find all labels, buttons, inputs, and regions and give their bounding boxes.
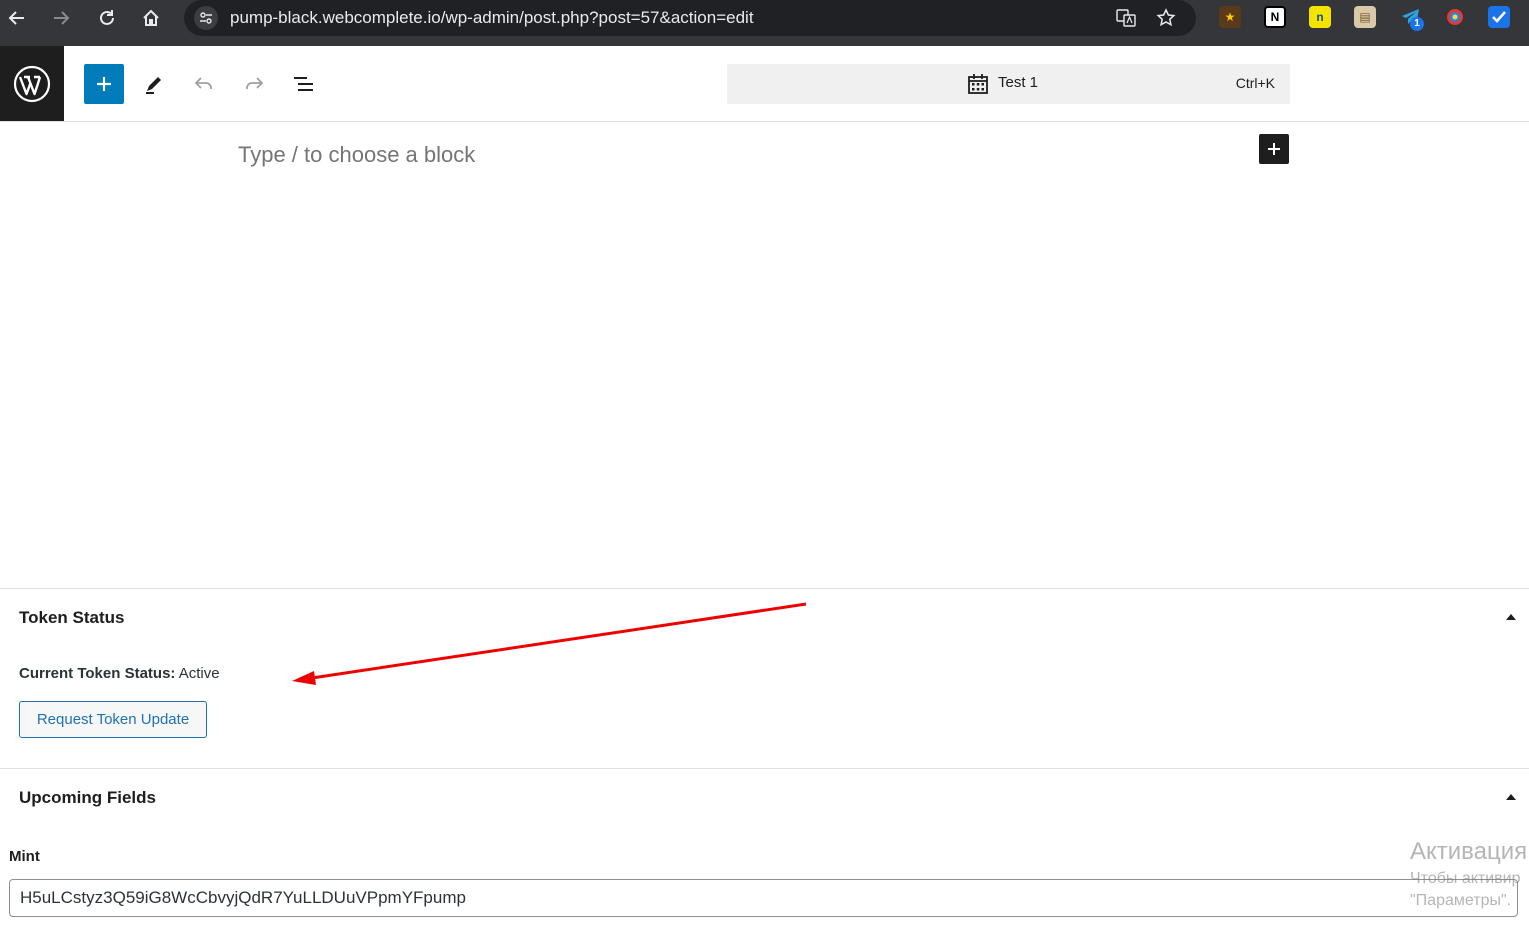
inline-block-inserter-button[interactable] [1259,134,1289,164]
collapse-triangle-icon[interactable] [1505,793,1517,801]
redo-icon [246,77,264,89]
document-overview-button[interactable] [284,64,324,104]
address-bar[interactable]: pump-black.webcomplete.io/wp-admin/post.… [184,0,1196,36]
url-text: pump-black.webcomplete.io/wp-admin/post.… [230,8,754,27]
plus-icon [97,77,111,91]
request-token-update-button[interactable]: Request Token Update [19,701,207,738]
collapse-triangle-icon[interactable] [1505,613,1517,621]
windows-activation-watermark: Активация Чтобы активир "Параметры". [1410,838,1527,910]
clipboard-icon[interactable]: ▤ [1354,6,1376,28]
forward-icon[interactable] [48,5,74,31]
bookmark-star-icon[interactable] [1154,6,1178,30]
upcoming-fields-metabox: Upcoming Fields Mint H5uLCstyz3Q59iG8WcC… [0,768,1529,941]
metabox-title: Token Status [19,608,125,627]
metabox-title: Upcoming Fields [19,788,156,807]
calendar-icon [968,74,988,94]
back-icon[interactable] [4,5,30,31]
document-title: Test 1 [998,74,1039,91]
status-label: Current Token Status: [19,665,176,682]
editor-canvas[interactable]: Type / to choose a block [0,122,1529,588]
checkmark-extension-icon[interactable] [1488,6,1510,28]
notion-icon[interactable]: N [1264,6,1286,28]
translate-icon[interactable] [1114,6,1138,30]
watermark-title: Активация [1410,838,1528,865]
site-settings-icon[interactable] [194,6,218,30]
home-icon[interactable] [138,5,164,31]
extension-badge: 1 [1410,17,1424,31]
browser-toolbar: pump-black.webcomplete.io/wp-admin/post.… [0,0,1529,46]
undo-button[interactable] [184,64,224,104]
block-placeholder[interactable]: Type / to choose a block [238,142,475,168]
edit-tools-button[interactable] [134,64,174,104]
reload-icon[interactable] [94,5,120,31]
watermark-line-1: Чтобы активир [1410,870,1521,887]
extension-n-icon[interactable]: n [1309,6,1331,28]
list-view-icon [294,77,313,91]
editor-header: Test 1 Ctrl+K [0,46,1529,122]
redo-button[interactable] [234,64,274,104]
mint-input[interactable]: H5uLCstyz3Q59iG8WcCbvyjQdR7YuLLDUuVPpmYF… [9,879,1518,917]
token-status-line: Current Token Status: Active [19,665,220,682]
plus-icon [1268,143,1280,155]
token-status-metabox: Token Status Current Token Status: Activ… [0,588,1529,768]
block-inserter-button[interactable] [84,64,124,104]
extension-star-icon[interactable]: ★ [1219,6,1241,28]
color-extension-icon[interactable] [1444,6,1466,28]
command-palette-bar[interactable]: Test 1 Ctrl+K [727,64,1290,104]
mint-label: Mint [9,848,40,865]
pencil-icon [146,77,161,94]
watermark-line-2: "Параметры". [1410,892,1512,909]
telegram-extension-icon[interactable]: 1 [1400,6,1424,31]
undo-icon [194,77,212,89]
wordpress-logo-icon[interactable] [0,46,64,121]
keyboard-shortcut: Ctrl+K [1235,75,1275,91]
status-value: Active [178,665,220,682]
